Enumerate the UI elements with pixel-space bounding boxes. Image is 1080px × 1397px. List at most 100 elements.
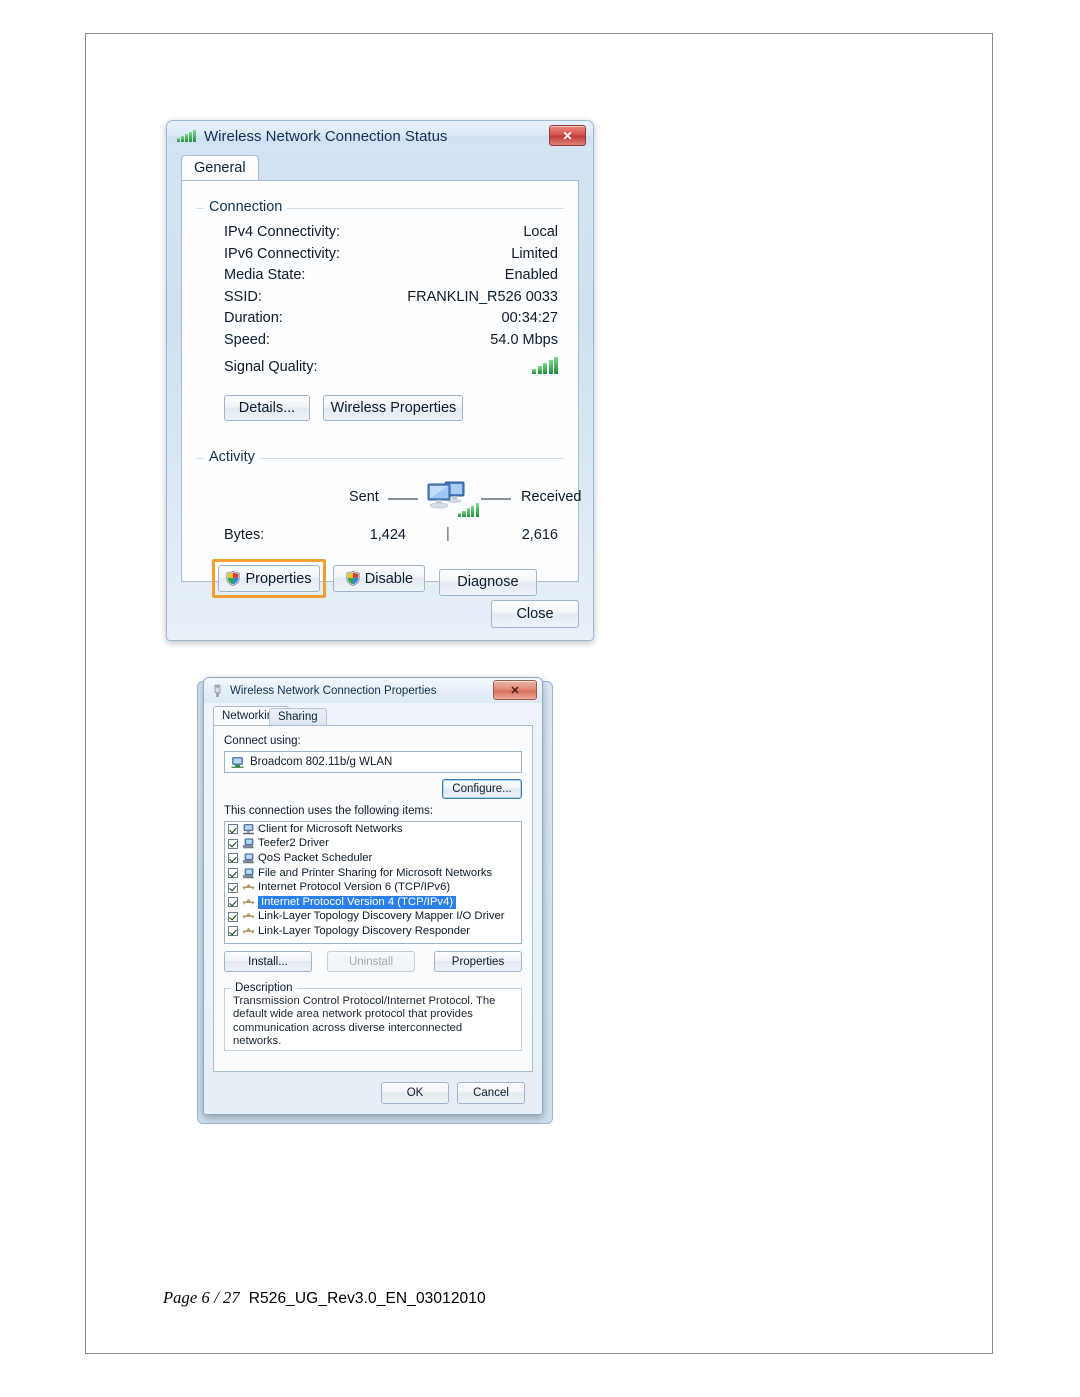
shield-icon	[346, 571, 360, 586]
status-dialog-title: Wireless Network Connection Status	[204, 127, 448, 145]
disable-button[interactable]: Disable	[333, 565, 426, 592]
protocol-icon	[242, 912, 255, 919]
list-item-selected[interactable]: Internet Protocol Version 4 (TCP/IPv4)	[225, 895, 521, 910]
table-row: IPv6 Connectivity: Limited	[196, 246, 564, 268]
close-icon[interactable]: ✕	[549, 125, 586, 146]
table-row: SSID: FRANKLIN_R526 0033	[196, 289, 564, 311]
details-button[interactable]: Details...	[224, 395, 310, 421]
checkbox-checked-icon[interactable]	[228, 911, 238, 922]
signal-quality-row: Signal Quality:	[196, 357, 564, 389]
adapter-icon	[231, 756, 244, 768]
footer-page-number: Page 6 / 27	[163, 1288, 240, 1307]
row-value: 54.0 Mbps	[490, 331, 558, 348]
list-item-label: Link-Layer Topology Discovery Responder	[258, 924, 471, 937]
uninstall-button: Uninstall	[327, 951, 415, 972]
status-dialog-titlebar[interactable]: Wireless Network Connection Status ✕	[167, 121, 593, 151]
protocol-icon	[242, 927, 255, 934]
list-item-label: Internet Protocol Version 4 (TCP/IPv4)	[258, 895, 457, 909]
table-row: IPv4 Connectivity: Local	[196, 224, 564, 246]
properties-button-label: Properties	[245, 570, 312, 587]
description-box: Description Transmission Control Protoco…	[224, 982, 522, 1051]
client-network-icon	[243, 823, 254, 835]
close-button[interactable]: Close	[491, 600, 579, 628]
bytes-separator: |	[446, 526, 450, 542]
row-key: Duration:	[224, 310, 283, 326]
list-item[interactable]: Link-Layer Topology Discovery Mapper I/O…	[225, 910, 521, 925]
received-label: Received	[521, 489, 582, 505]
row-value: Local	[523, 224, 558, 240]
signal-strength-indicator	[532, 357, 558, 378]
service-icon	[242, 868, 254, 878]
wireless-properties-button[interactable]: Wireless Properties	[323, 395, 464, 421]
configure-button[interactable]: Configure...	[442, 779, 522, 799]
list-item[interactable]: Teefer2 Driver	[225, 837, 521, 852]
cancel-button[interactable]: Cancel	[457, 1082, 525, 1104]
row-value: Limited	[511, 245, 558, 262]
list-item-label: Internet Protocol Version 6 (TCP/IPv6)	[258, 881, 451, 894]
row-key: SSID:	[224, 288, 262, 305]
row-value: 00:34:27	[501, 310, 558, 326]
properties-dialog-title: Wireless Network Connection Properties	[230, 684, 437, 697]
list-item-label: Link-Layer Topology Discovery Mapper I/O…	[258, 910, 505, 923]
checkbox-checked-icon[interactable]	[228, 853, 238, 864]
list-item[interactable]: Link-Layer Topology Discovery Responder	[225, 924, 521, 939]
properties-tabstrip: Networking Sharing	[213, 706, 533, 725]
list-item-label: QoS Packet Scheduler	[258, 851, 373, 864]
table-row: Duration: 00:34:27	[196, 310, 564, 332]
networking-tab-page: Connect using: Broadcom 802.11b/g WLAN C…	[213, 725, 533, 1072]
row-key: IPv6 Connectivity:	[224, 245, 341, 262]
components-listbox[interactable]: Client for Microsoft Networks Teefer2 Dr…	[224, 821, 522, 944]
tab-general[interactable]: General	[181, 155, 259, 180]
list-item-label: File and Printer Sharing for Microsoft N…	[258, 866, 493, 879]
footer-doc-id: R526_UG_Rev3.0_EN_03012010	[248, 1290, 486, 1307]
checkbox-checked-icon[interactable]	[228, 824, 238, 835]
row-value: Enabled	[504, 267, 558, 283]
ok-button[interactable]: OK	[381, 1082, 449, 1104]
close-icon[interactable]: ✕	[493, 680, 537, 700]
activity-groupbox: Activity Sent Received Bytes: 1,424 | 2,…	[196, 449, 581, 604]
properties-button[interactable]: Properties	[218, 565, 320, 592]
row-key: IPv4 Connectivity:	[224, 224, 341, 240]
wifi-signal-icon	[532, 357, 558, 374]
diagnose-button[interactable]: Diagnose	[438, 568, 537, 596]
sent-label: Sent	[349, 489, 379, 505]
page-footer: Page 6 / 27 R526_UG_Rev3.0_EN_03012010	[163, 1288, 486, 1308]
service-icon	[242, 853, 254, 864]
checkbox-checked-icon[interactable]	[228, 868, 238, 879]
checkbox-checked-icon[interactable]	[228, 838, 238, 849]
wifi-signal-icon	[177, 130, 196, 142]
description-label: Description	[231, 982, 297, 994]
checkbox-checked-icon[interactable]	[228, 926, 238, 937]
sent-connector-line	[388, 498, 418, 500]
checkbox-checked-icon[interactable]	[228, 897, 238, 908]
table-row: Media State: Enabled	[196, 267, 564, 289]
wireless-status-dialog: Wireless Network Connection Status ✕ Gen…	[166, 120, 594, 641]
connection-group-label: Connection	[204, 199, 288, 215]
tab-sharing[interactable]: Sharing	[269, 708, 327, 725]
list-item[interactable]: Client for Microsoft Networks	[225, 822, 521, 837]
items-label: This connection uses the following items…	[224, 805, 434, 817]
shield-icon	[226, 571, 241, 586]
row-value: FRANKLIN_R526 0033	[407, 288, 558, 305]
row-key: Media State:	[224, 267, 306, 283]
item-properties-button[interactable]: Properties	[434, 951, 522, 972]
service-icon	[242, 838, 254, 849]
disable-button-label: Disable	[364, 570, 414, 587]
wireless-properties-dialog: Wireless Network Connection Properties ✕…	[203, 677, 543, 1115]
bytes-received-value: 2,616	[521, 527, 558, 543]
checkbox-checked-icon[interactable]	[228, 882, 238, 893]
properties-dialog-titlebar[interactable]: Wireless Network Connection Properties ✕	[204, 678, 542, 703]
list-item[interactable]: Internet Protocol Version 6 (TCP/IPv6)	[225, 880, 521, 895]
connect-using-label: Connect using:	[224, 735, 301, 747]
status-tabstrip: General	[181, 155, 579, 180]
activity-signal-icon	[458, 503, 479, 522]
protocol-icon	[242, 883, 255, 890]
protocol-icon	[242, 898, 255, 905]
table-row: Speed: 54.0 Mbps	[196, 332, 564, 354]
bytes-label: Bytes:	[224, 527, 265, 543]
adapter-name: Broadcom 802.11b/g WLAN	[250, 756, 393, 768]
install-button[interactable]: Install...	[224, 951, 312, 972]
list-item[interactable]: File and Printer Sharing for Microsoft N…	[225, 866, 521, 881]
bytes-sent-value: 1,424	[369, 527, 406, 543]
list-item[interactable]: QoS Packet Scheduler	[225, 851, 521, 866]
